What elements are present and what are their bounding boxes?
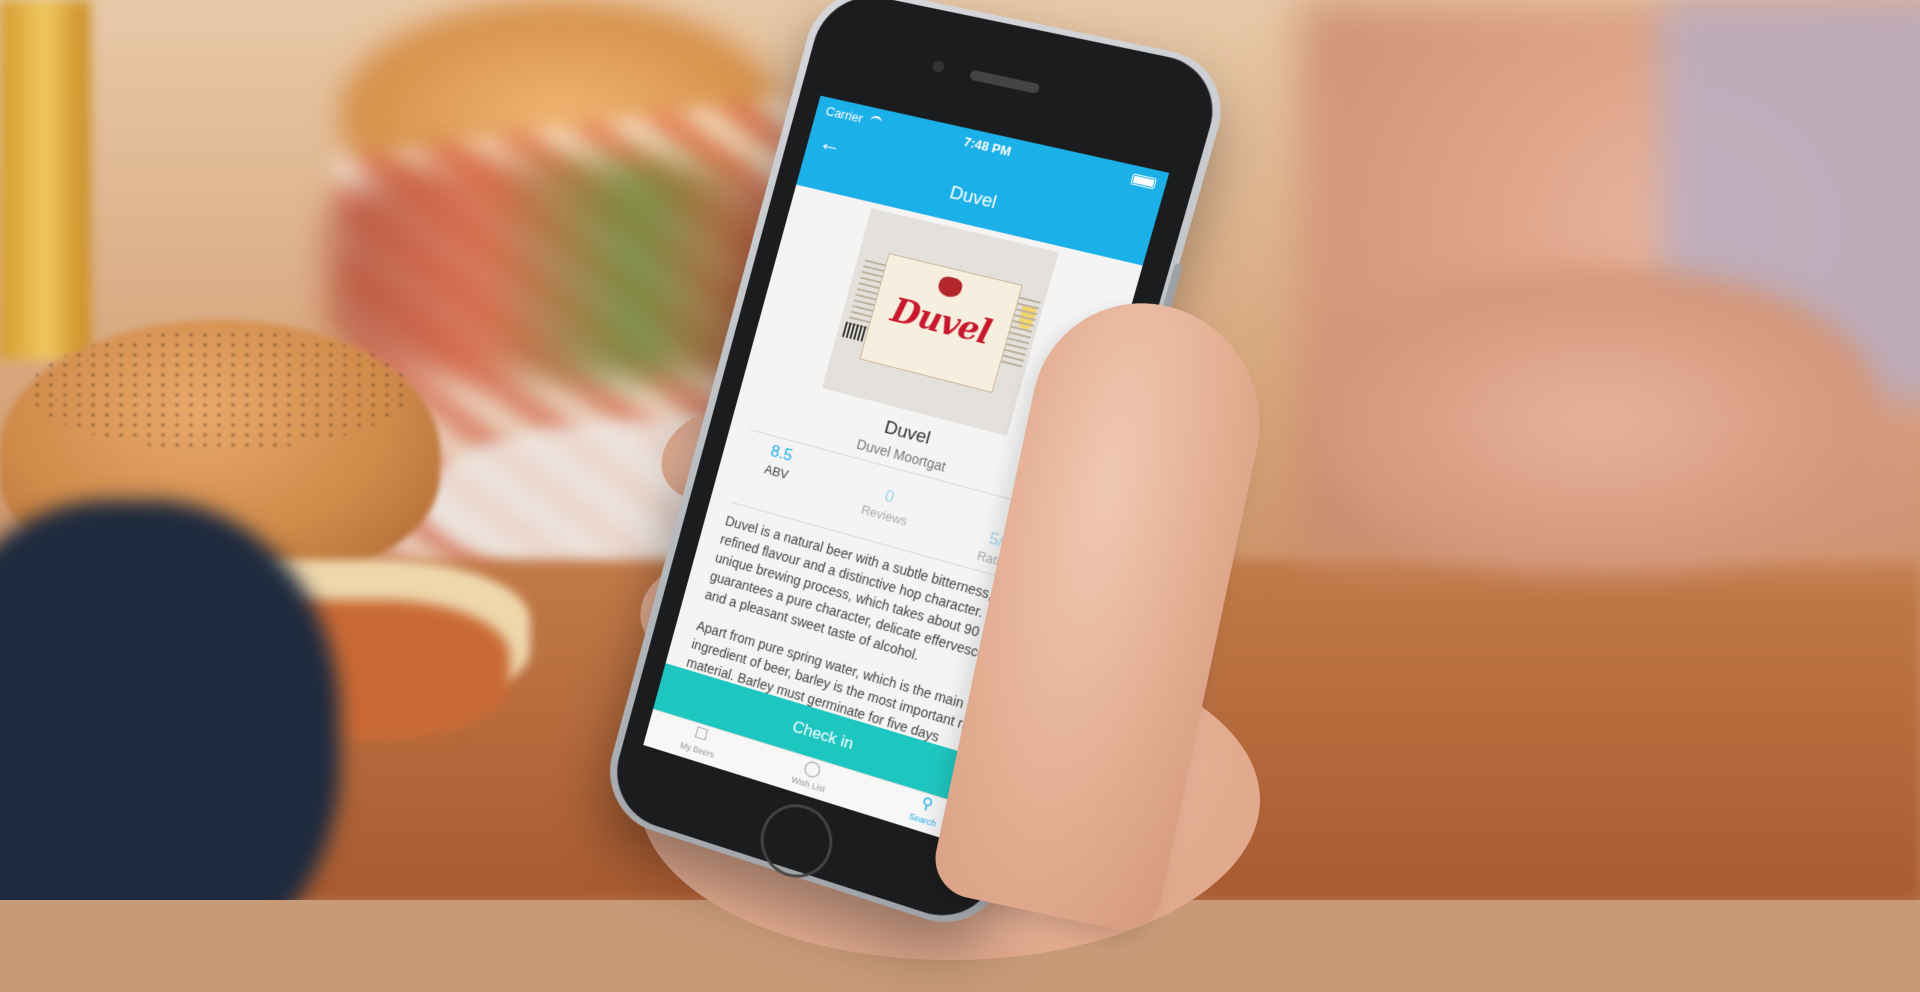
label-logo: Duvel [886, 290, 995, 353]
camera-icon [931, 59, 946, 74]
devil-crest-icon [936, 274, 965, 300]
beer-glass-blur [0, 0, 90, 360]
beer-label-image: Duvel [821, 208, 1059, 436]
label-card: Duvel [859, 252, 1023, 394]
background-burger-fillings [330, 160, 790, 380]
right-hand-blur [1320, 270, 1880, 570]
stat-reviews[interactable]: 0 Reviews [832, 474, 944, 537]
speaker [968, 69, 1041, 95]
sesame-seeds [30, 330, 410, 450]
